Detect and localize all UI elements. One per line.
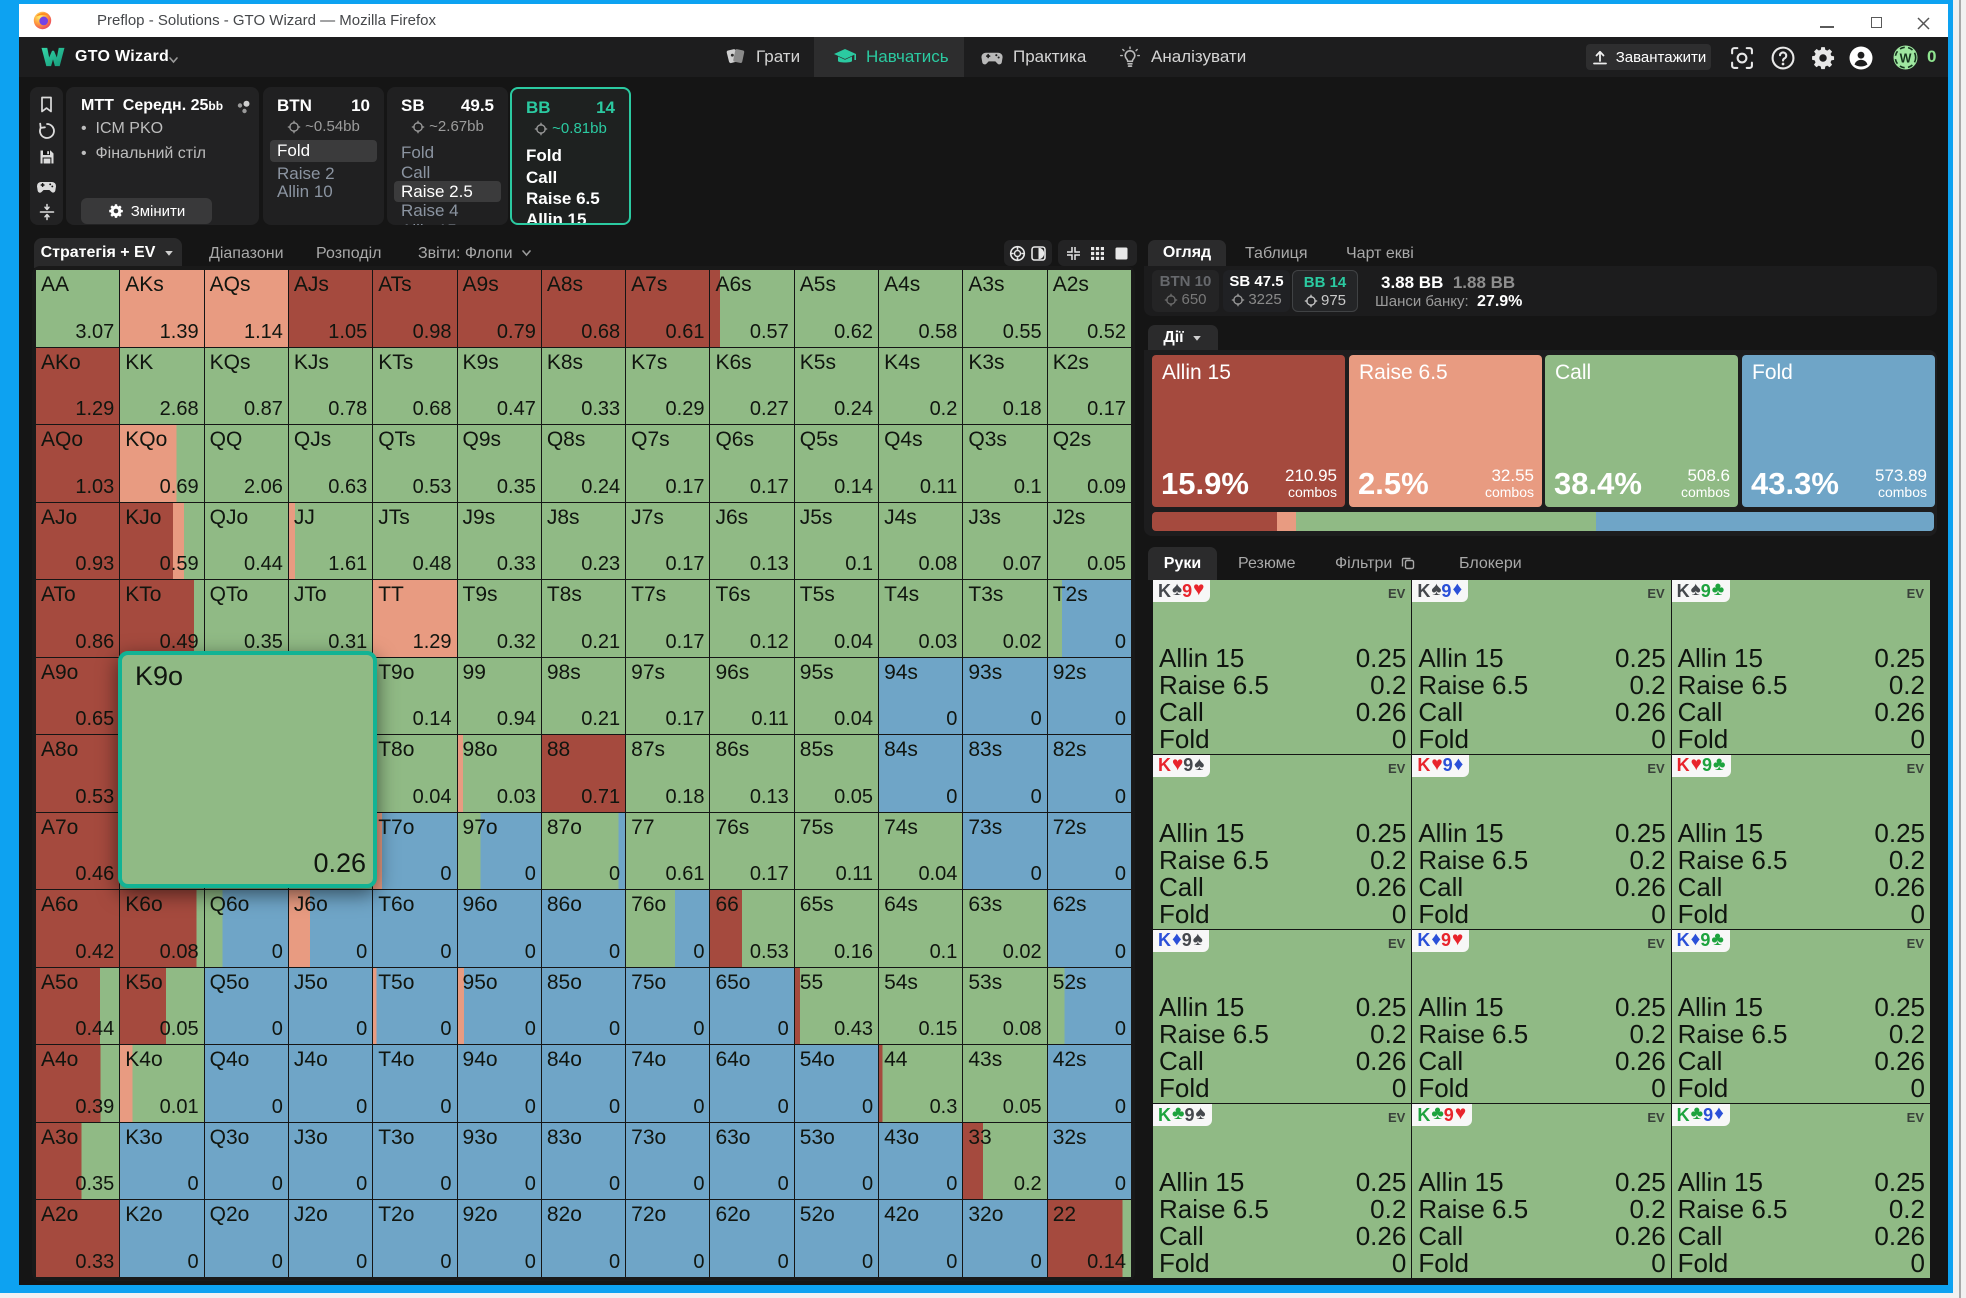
svg-text:W: W	[1900, 51, 1912, 65]
